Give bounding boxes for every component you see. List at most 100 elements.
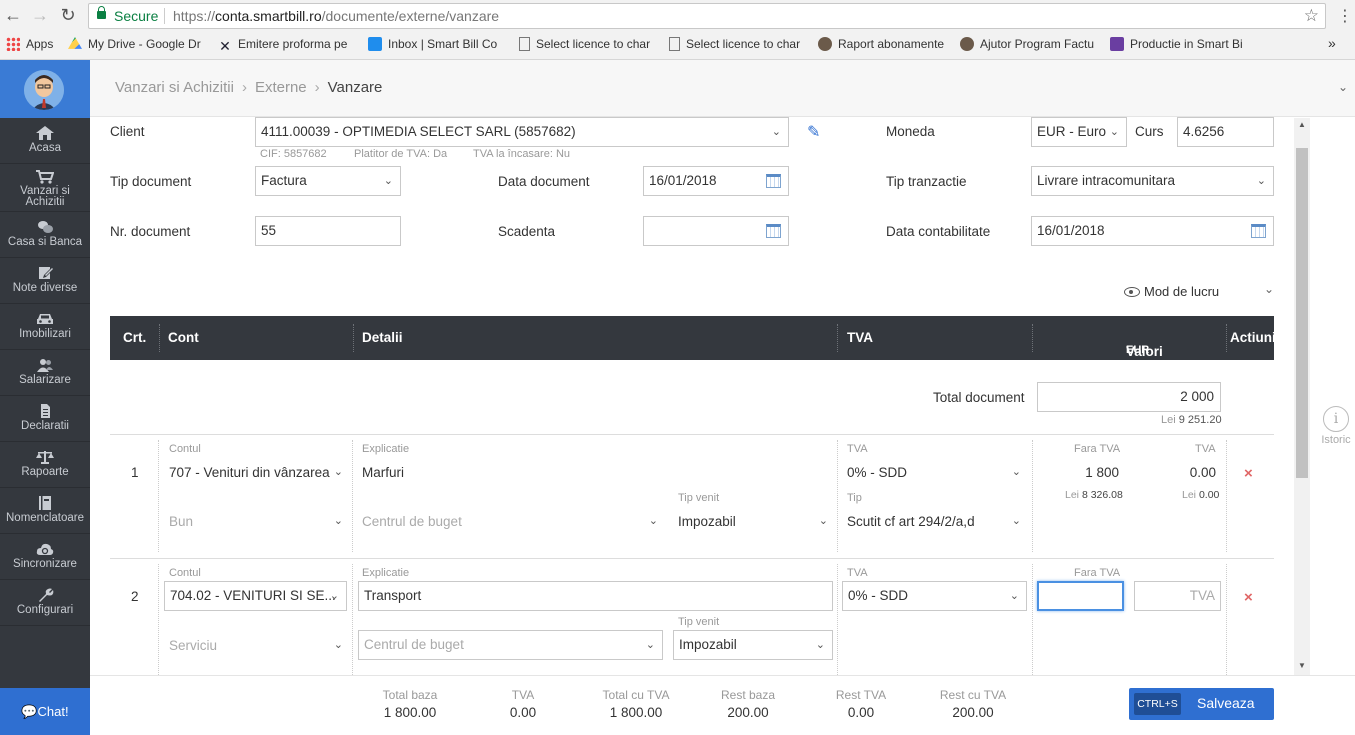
bookmark-raport-abonamente[interactable]: Raport abonamente (818, 37, 954, 51)
row-2-contul-select[interactable]: 704.02 - VENITURI SI SE... ⌄ (164, 581, 347, 611)
row-1-explicatie-input[interactable]: Marfuri (362, 465, 404, 480)
sidebar-item-sincronizare[interactable]: Sincronizare (0, 534, 90, 580)
bookmark-emitere-proforma[interactable]: ✕ Emitere proforma pe (218, 37, 354, 53)
scroll-down-arrow-icon[interactable]: ▼ (1298, 661, 1306, 670)
row-1-centru-buget-select[interactable]: Centrul de buget ⌄ (362, 514, 658, 529)
calendar-icon[interactable] (766, 174, 781, 188)
row-2-tip-bun-select[interactable]: Serviciu ⌄ (169, 638, 343, 653)
client-select[interactable]: 4111.00039 - OPTIMEDIA SELECT SARL (5857… (255, 117, 789, 147)
url-text[interactable]: https://conta.smartbill.ro/documente/ext… (173, 8, 499, 24)
total-document-input[interactable]: 2 000 (1037, 382, 1221, 412)
chevron-down-icon: ⌄ (1011, 466, 1021, 478)
row-2-contul-label: Contul (169, 567, 201, 579)
save-button[interactable]: CTRL+S Salveaza (1129, 688, 1274, 720)
bookmark-select-licence-1[interactable]: Select licence to char (519, 37, 655, 51)
row-1-tip-bun-select[interactable]: Bun ⌄ (169, 514, 343, 529)
nr-document-input[interactable]: 55 (255, 216, 401, 246)
row-1-tip-label: Tip (847, 492, 862, 504)
scrollbar-thumb[interactable] (1296, 148, 1308, 478)
chat-button[interactable]: 💬Chat! (0, 688, 90, 735)
row-1-tva-label: TVA (847, 443, 868, 455)
scadenta-input[interactable] (643, 216, 789, 246)
data-contabilitate-input[interactable]: 16/01/2018 (1031, 216, 1274, 246)
tip-tranzactie-select[interactable]: Livrare intracomunitara ⌄ (1031, 166, 1274, 196)
x-logo-icon: ✕ (219, 38, 231, 53)
row-2-tva-input[interactable]: TVA (1134, 581, 1221, 611)
footer-total-cu-tva: Total cu TVA 1 800.00 (602, 688, 670, 720)
bookmark-my-drive[interactable]: My Drive - Google Dr (68, 37, 214, 51)
sidebar-item-nomenclatoare[interactable]: Nomenclatoare (0, 488, 90, 534)
bookmark-inbox-smart-bill[interactable]: Inbox | Smart Bill Co (368, 37, 506, 51)
chevron-down-icon: ⌄ (329, 590, 339, 602)
bookmark-apps[interactable]: Apps (6, 37, 53, 51)
forward-arrow-icon[interactable]: → (29, 4, 51, 26)
row-1-delete-icon[interactable]: × (1244, 465, 1253, 482)
row-1-tva-select[interactable]: 0% - SDD ⌄ (847, 465, 1021, 480)
row-2-tva-select[interactable]: 0% - SDD ⌄ (842, 581, 1027, 611)
row-1-tip-select[interactable]: Scutit cf art 294/2/a,d ⌄ (847, 514, 1021, 529)
sidebar-item-vanzari[interactable]: Vanzari si Achizitii (0, 164, 90, 212)
bookmarks-more[interactable]: » (1328, 35, 1336, 51)
data-contabilitate-label: Data contabilitate (886, 224, 991, 239)
data-document-input[interactable]: 16/01/2018 (643, 166, 789, 196)
user-menu[interactable] (1192, 82, 1337, 92)
sidebar-item-acasa[interactable]: Acasa (0, 118, 90, 164)
users-icon (36, 358, 54, 372)
tip-document-select[interactable]: Factura ⌄ (255, 166, 401, 196)
moneda-select[interactable]: EUR - Euro ⌄ (1031, 117, 1127, 147)
table-header: Crt. Cont Detalii TVA Valori EUR - Euro … (110, 316, 1276, 380)
scroll-up-arrow-icon[interactable]: ▲ (1298, 120, 1306, 129)
row-2-delete-icon[interactable]: × (1244, 589, 1253, 606)
row-2-explicatie-input[interactable]: Transport (358, 581, 833, 611)
chevron-down-icon[interactable]: ⌄ (1338, 80, 1348, 94)
sidebar-item-imobilizari[interactable]: Imobilizari (0, 304, 90, 350)
curs-input[interactable]: 4.6256 (1177, 117, 1274, 147)
row-2-centru-buget-select[interactable]: Centrul de buget ⌄ (358, 630, 663, 660)
scrollbar[interactable]: ▲ ▼ (1294, 118, 1310, 675)
istoric-button[interactable]: i Istoric (1318, 406, 1354, 446)
mod-de-lucru-toggle[interactable]: Mod de lucru (1124, 284, 1219, 299)
document-icon (36, 404, 54, 418)
bookmark-select-licence-2[interactable]: Select licence to char (669, 37, 805, 51)
sidebar-item-rapoarte[interactable]: Rapoarte (0, 442, 90, 488)
breadcrumb-vanzari[interactable]: Vanzari si Achizitii (115, 79, 234, 96)
back-arrow-icon[interactable]: ← (2, 4, 24, 26)
bookmark-ajutor-program[interactable]: Ajutor Program Factu (960, 37, 1098, 51)
avatar[interactable] (24, 70, 64, 110)
info-icon: i (1323, 406, 1349, 432)
sidebar-item-note-diverse[interactable]: Note diverse (0, 258, 90, 304)
row-2-tip-venit-select[interactable]: Impozabil ⌄ (673, 630, 833, 660)
bookmarks-bar: Apps My Drive - Google Dr ✕ Emitere profo… (0, 33, 1355, 57)
client-tva-incasare: TVA la încasare: Nu (473, 148, 571, 160)
row-1-fara-tva-input[interactable]: 1 800 (1037, 465, 1119, 480)
row-1-tip-venit-select[interactable]: Impozabil ⌄ (678, 514, 828, 529)
calendar-icon[interactable] (1251, 224, 1266, 238)
sidebar-item-declaratii[interactable]: Declaratii (0, 396, 90, 442)
page-icon (669, 37, 680, 51)
footer-totals: Total baza 1 800.00 TVA 0.00 Total cu TVA 1… (90, 675, 1355, 735)
reload-icon[interactable]: ↻ (57, 4, 79, 26)
chevron-down-icon[interactable]: ⌄ (1264, 282, 1274, 296)
calendar-icon[interactable] (766, 224, 781, 238)
bookmark-productie[interactable]: Productie in Smart Bi (1110, 37, 1248, 51)
row-1-tva-input[interactable]: 0.00 (1134, 465, 1216, 480)
row-2-fara-tva-input[interactable] (1037, 581, 1124, 611)
chevron-down-icon: ⌄ (815, 639, 825, 651)
row-2-tip-venit-label: Tip venit (678, 616, 720, 628)
browser-menu-icon[interactable]: ⋮ (1337, 6, 1353, 26)
sidebar-item-salarizare[interactable]: Salarizare (0, 350, 90, 396)
breadcrumb-externe[interactable]: Externe (255, 79, 307, 96)
tip-document-label: Tip document (110, 174, 192, 189)
client-cif: CIF: 5857682 (260, 148, 327, 160)
address-bar[interactable]: Secure https://conta.smartbill.ro/docume… (88, 3, 1326, 29)
row-1-contul-select[interactable]: 707 - Venituri din vânzarea ⌄ (169, 465, 343, 480)
pencil-edit-icon[interactable]: ✎ (807, 122, 820, 142)
bookmark-star-icon[interactable]: ☆ (1304, 6, 1319, 26)
sidebar-item-casa-banca[interactable]: Casa si Banca (0, 212, 90, 258)
avatar-box[interactable] (0, 60, 90, 118)
sidebar-item-configurari[interactable]: Configurari (0, 580, 90, 626)
row-2-tva-label: TVA (847, 567, 868, 579)
sidebar: Acasa Vanzari si Achizitii Casa si Banca… (0, 60, 90, 735)
eye-icon (1124, 287, 1140, 297)
page-header: Vanzari si Achizitii › Externe › Vanzare ⌄ (90, 60, 1355, 117)
